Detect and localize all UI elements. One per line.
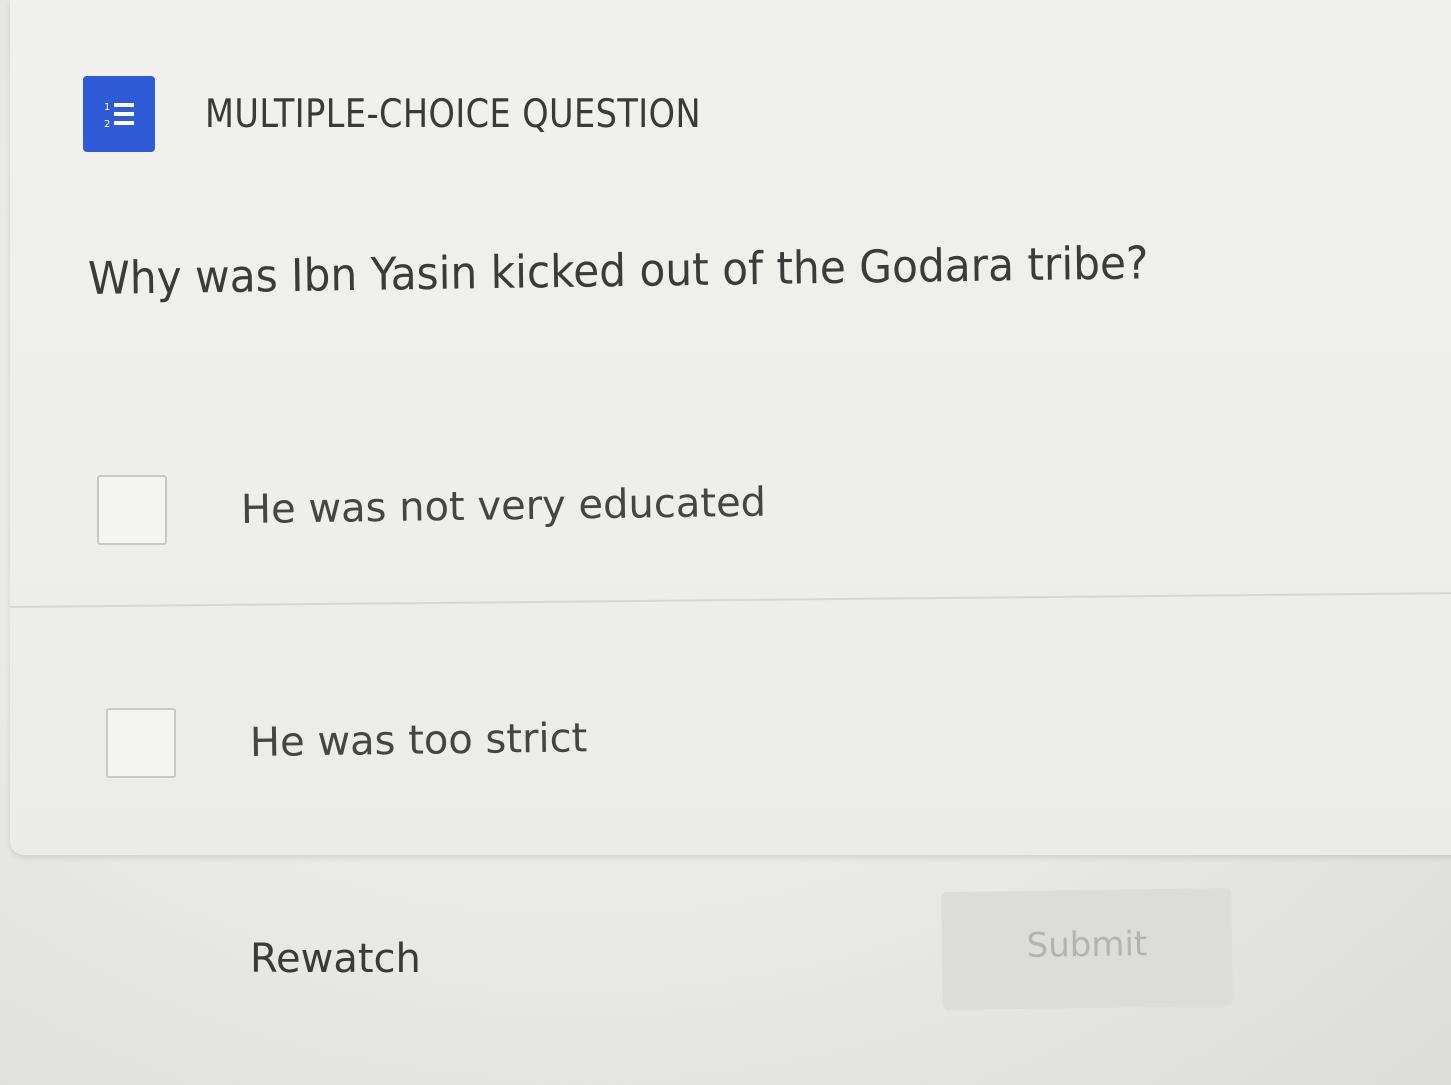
submit-button[interactable]: Submit xyxy=(941,887,1233,1011)
question-type-header: 1 2 MULTIPLE-CHOICE QUESTION xyxy=(83,76,782,152)
numbered-list-icon-glyph: 1 2 xyxy=(104,102,134,129)
svg-text:2: 2 xyxy=(104,119,110,129)
answer-label-1: He was not very educated xyxy=(240,479,767,533)
answer-checkbox-1[interactable] xyxy=(97,475,167,545)
answer-option-1[interactable]: He was not very educated xyxy=(0,475,1451,545)
svg-text:1: 1 xyxy=(104,102,110,113)
question-type-label: MULTIPLE-CHOICE QUESTION xyxy=(205,91,701,137)
answer-checkbox-2[interactable] xyxy=(106,708,176,778)
answer-label-2: He was too strict xyxy=(249,715,588,766)
option-divider xyxy=(9,591,1451,608)
answer-option-2[interactable]: He was too strict xyxy=(0,708,1451,778)
rewatch-button[interactable]: Rewatch xyxy=(250,936,421,982)
numbered-list-icon: 1 2 xyxy=(83,76,155,152)
